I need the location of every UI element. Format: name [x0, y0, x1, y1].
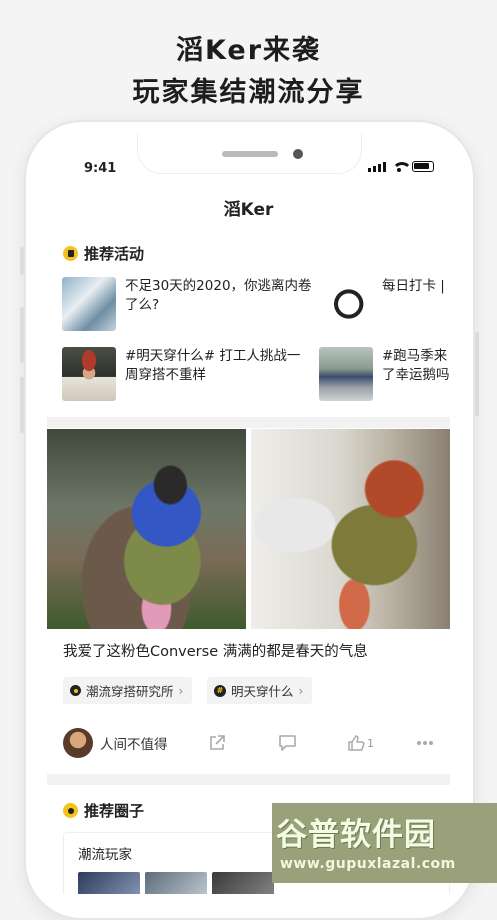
author-name[interactable]: 人间不值得 [100, 733, 168, 753]
avatar[interactable] [63, 728, 93, 758]
like-button[interactable]: 1 [347, 734, 374, 752]
post-caption[interactable]: 我爱了这粉色Converse 满满的都是春天的气息 [63, 640, 368, 661]
battery-icon [412, 161, 434, 172]
like-count: 1 [367, 736, 374, 750]
activity-thumbnail [62, 277, 116, 331]
post-footer: 人间不值得 1 [63, 727, 434, 759]
more-icon[interactable] [416, 740, 434, 746]
post-photo-right[interactable] [251, 429, 450, 629]
phone-volume-up [20, 307, 24, 363]
signal-icon [368, 161, 386, 172]
status-time: 9:41 [84, 161, 117, 176]
wifi-icon [392, 161, 412, 172]
activity-title: 不足30天的2020，你逃离内卷了么? [125, 278, 312, 313]
status-icons [368, 161, 434, 172]
share-icon[interactable] [208, 734, 226, 752]
app-screen: 9:41 滔Ker 推荐活动 不足30天的2020，你逃离内卷了么? 每日打卡 … [47, 134, 450, 894]
tag-label: 潮流穿搭研究所 [86, 684, 174, 699]
circle-thumbnail [145, 872, 207, 894]
watermark-text: 谷普软件园 [276, 817, 436, 853]
tag-chip[interactable]: # 明天穿什么 › [207, 677, 313, 704]
activity-item[interactable]: #明天穿什么# 打工人挑战一周穿搭不重样 [62, 347, 312, 401]
activity-thumbnail [319, 277, 373, 331]
post-actions: 1 [208, 727, 434, 759]
app-title: 滔Ker [223, 200, 274, 220]
activity-thumbnail [319, 347, 373, 401]
watermark-url: www.gupuxlazal.com [280, 856, 456, 872]
phone-silent-switch [20, 247, 24, 275]
recommended-circles-header: 推荐圈子 [63, 800, 144, 821]
recommended-activities-header: 推荐活动 [63, 243, 144, 264]
thumb-up-icon [348, 735, 365, 751]
recommended-activities-title: 推荐活动 [84, 245, 145, 263]
activity-title: #明天穿什么# 打工人挑战一周穿搭不重样 [125, 348, 301, 383]
activity-thumbnail [62, 347, 116, 401]
section-divider [47, 774, 450, 785]
section-divider [47, 417, 450, 428]
circle-thumbnail [78, 872, 140, 894]
circle-tag-icon [70, 685, 81, 696]
phone-power-button [475, 332, 479, 416]
post-photo-left[interactable] [47, 429, 246, 629]
activity-item[interactable]: 每日打卡 | [319, 277, 450, 331]
promo-title-line1: 滔Ker来袭 [175, 35, 322, 66]
circle-thumbnail [212, 872, 274, 894]
bookmark-icon [63, 246, 78, 261]
hashtag-icon: # [214, 684, 226, 697]
activity-title: 每日打卡 | [382, 278, 445, 294]
circle-icon [63, 803, 78, 818]
watermark: 谷普软件园 www.gupuxlazal.com [272, 803, 497, 883]
speaker-grille [222, 151, 278, 157]
activity-item[interactable]: 不足30天的2020，你逃离内卷了么? [62, 277, 312, 331]
tag-label: 明天穿什么 [231, 684, 294, 699]
chevron-right-icon: › [298, 683, 304, 698]
activity-item[interactable]: #跑马季来了幸运鹅吗? [319, 347, 450, 401]
chevron-right-icon: › [178, 683, 184, 698]
activity-title: #跑马季来了幸运鹅吗? [382, 348, 450, 383]
comment-icon[interactable] [278, 734, 297, 752]
promo-title-line2: 玩家集结潮流分享 [132, 77, 365, 108]
phone-volume-down [20, 377, 24, 433]
front-camera [293, 149, 303, 159]
recommended-circles-title: 推荐圈子 [84, 802, 145, 820]
tag-chip[interactable]: 潮流穿搭研究所 › [63, 677, 193, 704]
